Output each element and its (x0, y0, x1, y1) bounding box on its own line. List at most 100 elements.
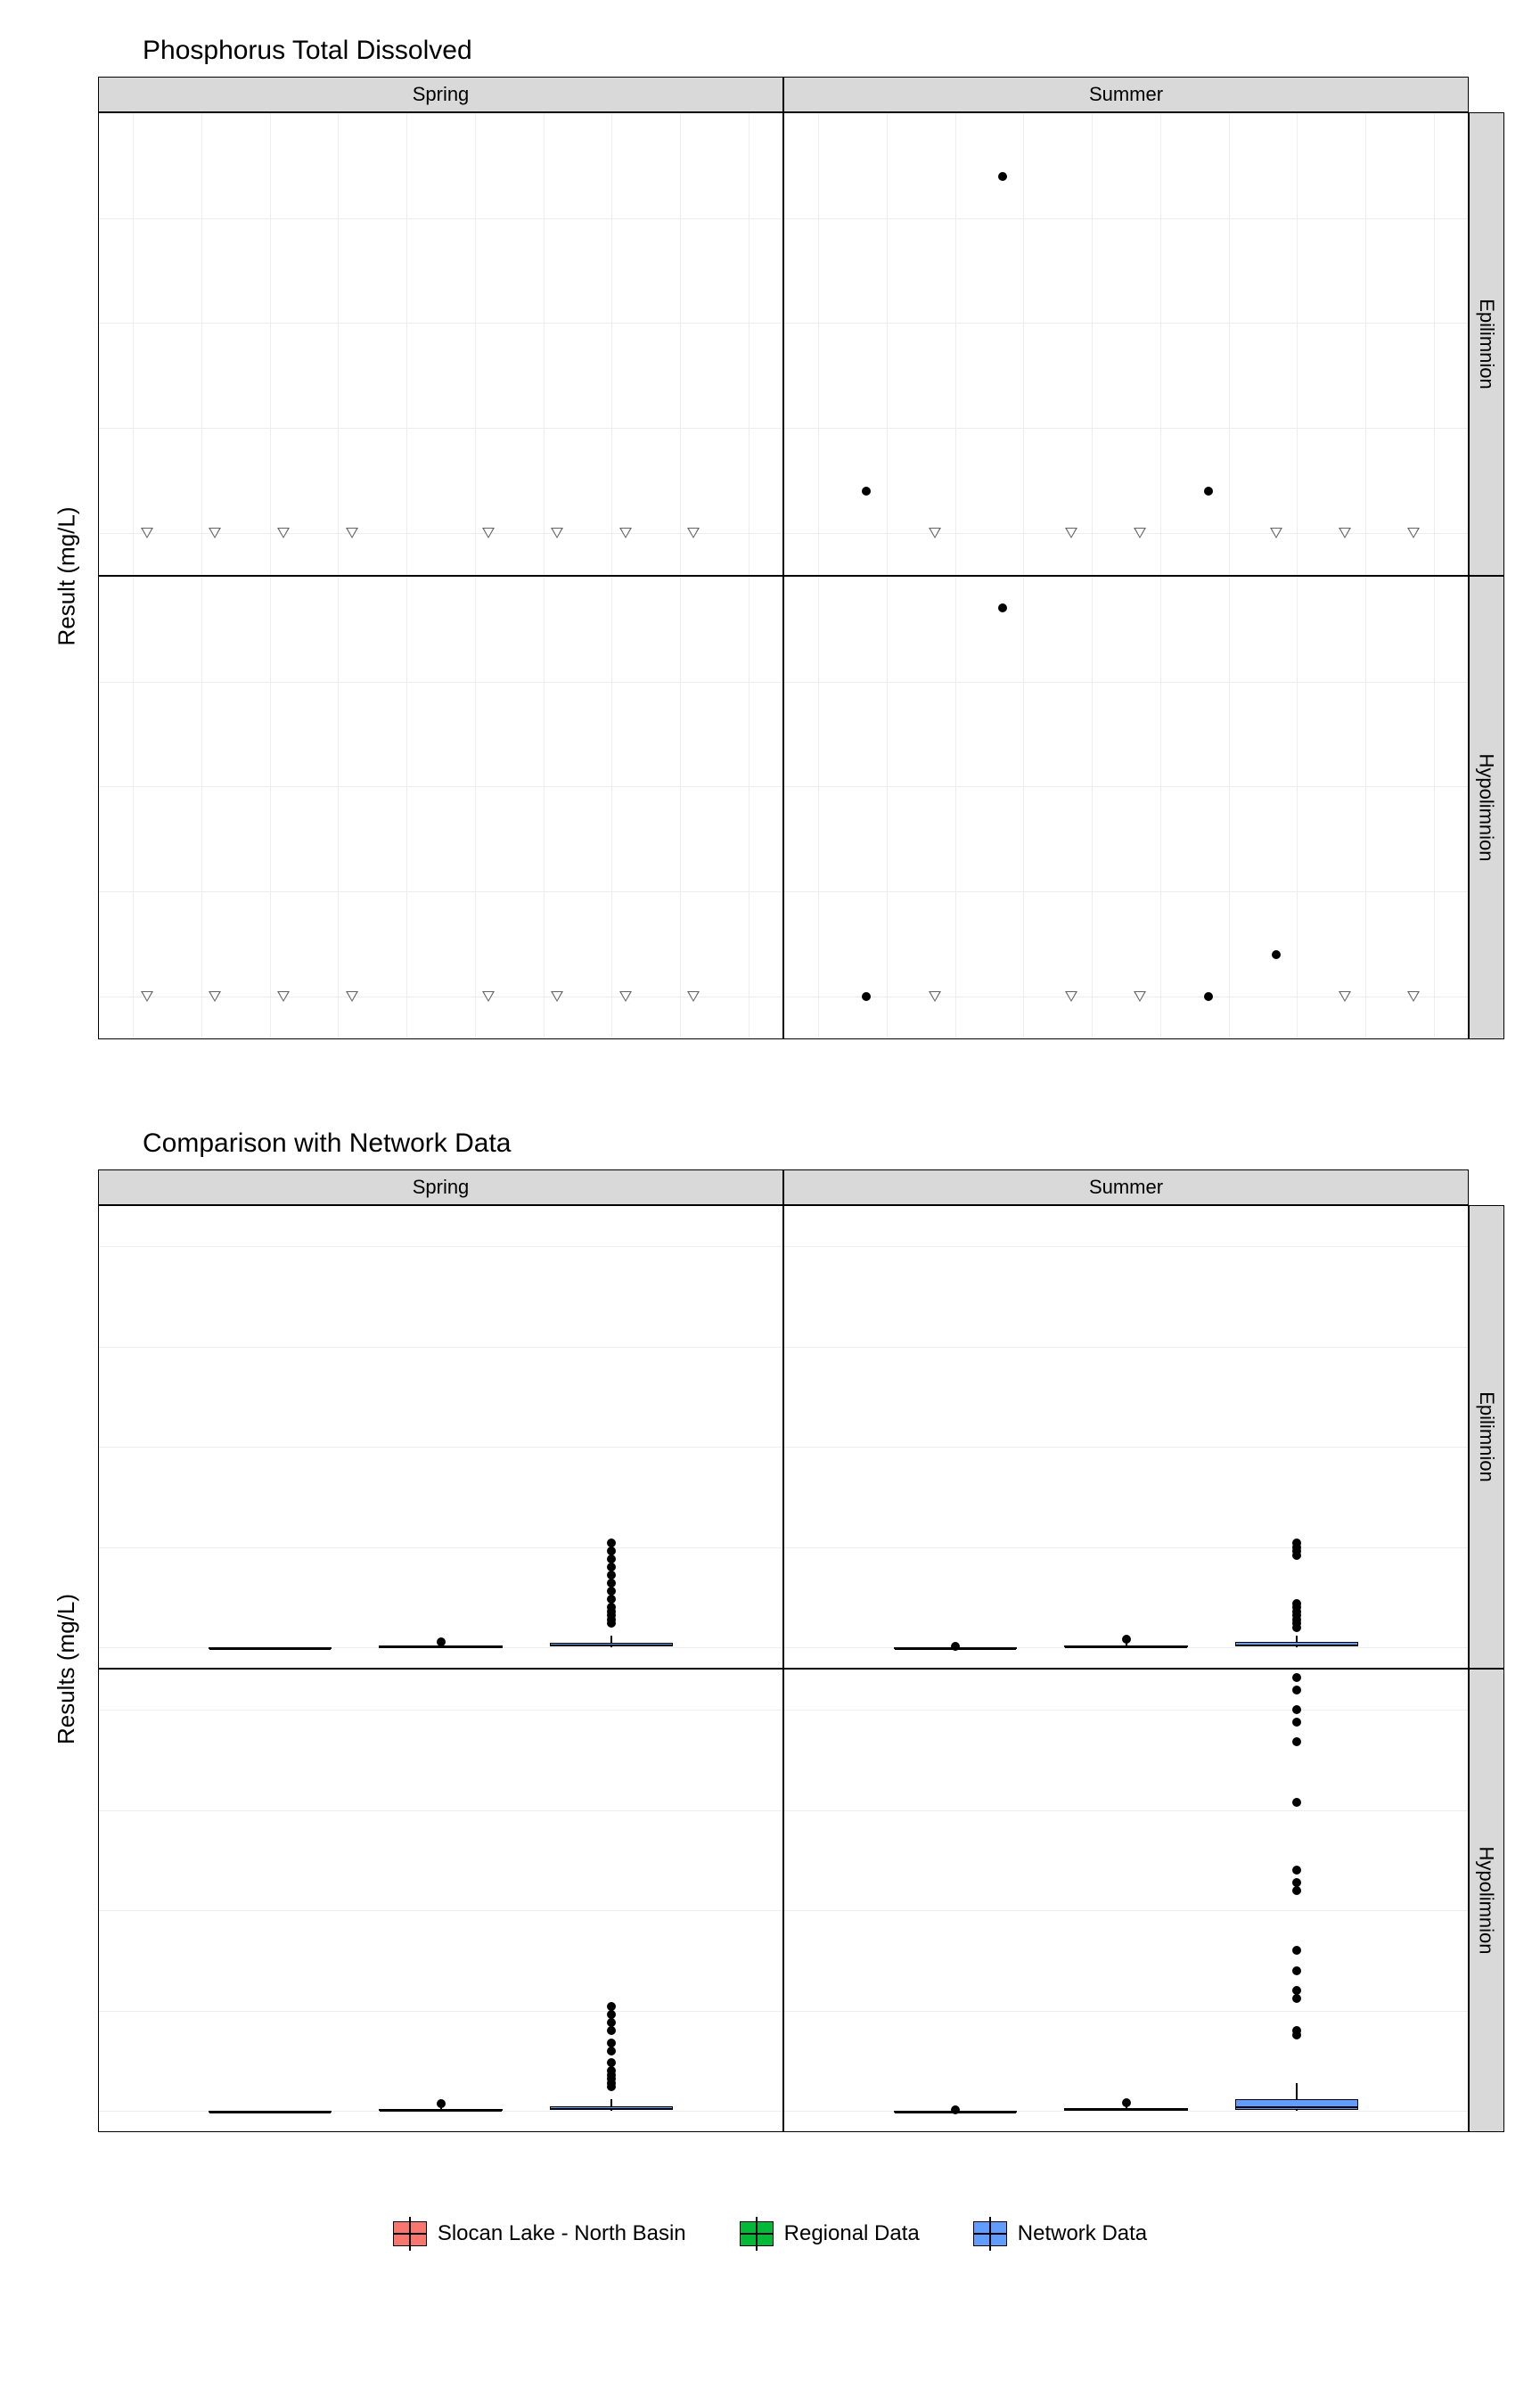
legend-item-slocan: Slocan Lake - North Basin (393, 2221, 686, 2246)
facet-grid-top: Result (mg/L) Spring Summer Epilimnion H… (36, 77, 1504, 1075)
legend: Slocan Lake - North Basin Regional Data … (36, 2221, 1504, 2246)
legend-key-icon (740, 2221, 774, 2246)
scatter-panel: 0.00200.00250.00300.00352016201720182019… (98, 576, 783, 1039)
outlier-point (607, 1563, 616, 1571)
outlier-point (607, 1547, 616, 1555)
below-detection-marker (551, 528, 563, 538)
boxplot-box (550, 1643, 673, 1646)
below-detection-marker (277, 528, 290, 538)
below-detection-marker (1270, 528, 1282, 538)
below-detection-marker (1339, 528, 1351, 538)
outlier-point (951, 2105, 960, 2114)
y-axis-label-top: Result (mg/L) (36, 112, 98, 1039)
below-detection-marker (1339, 991, 1351, 1002)
legend-label: Regional Data (784, 2221, 920, 2246)
below-detection-marker (687, 528, 700, 538)
outlier-point (1122, 2098, 1131, 2107)
below-detection-marker (346, 528, 358, 538)
data-point (1204, 992, 1213, 1001)
outlier-point (607, 1595, 616, 1604)
scatter-panel: 2016201720182019202020212022202320242025 (783, 576, 1469, 1039)
row-strip-hypolimnion-b: Hypolimnion (1469, 1669, 1504, 2132)
outlier-point (607, 2039, 616, 2047)
outlier-point (951, 1642, 960, 1651)
data-point (862, 487, 871, 496)
below-detection-marker (1134, 991, 1146, 1002)
data-point (862, 992, 871, 1001)
outlier-point (1292, 1994, 1301, 2003)
outlier-point (1292, 1673, 1301, 1682)
boxplot-box (209, 2111, 332, 2113)
below-detection-marker (209, 991, 221, 1002)
data-point (998, 172, 1007, 181)
legend-item-network: Network Data (973, 2221, 1147, 2246)
col-strip-spring-b: Spring (98, 1169, 783, 1205)
below-detection-marker (346, 991, 358, 1002)
outlier-point (437, 1637, 446, 1646)
boxplot-panel: Phosphorus Total Dissolved (783, 1669, 1469, 2132)
outlier-point (607, 2002, 616, 2011)
outlier-point (1292, 1946, 1301, 1955)
outlier-point (1292, 1737, 1301, 1746)
outlier-point (607, 2058, 616, 2067)
y-axis-label-bottom: Results (mg/L) (36, 1205, 98, 2132)
outlier-point (607, 1539, 616, 1547)
boxplot-facet-chart: Comparison with Network Data Results (mg… (36, 1128, 1504, 2168)
outlier-point (1292, 1866, 1301, 1875)
below-detection-marker (1065, 528, 1077, 538)
outlier-point (437, 2099, 446, 2108)
boxplot-box (1064, 1645, 1187, 1648)
data-point (1204, 487, 1213, 496)
row-strip-hypolimnion: Hypolimnion (1469, 576, 1504, 1039)
outlier-point (607, 2018, 616, 2027)
col-strip-summer-b: Summer (783, 1169, 1469, 1205)
outlier-point (607, 2026, 616, 2035)
boxplot-panel: 0.000.250.500.751.00 (98, 1205, 783, 1669)
below-detection-marker (482, 528, 495, 538)
below-detection-marker (209, 528, 221, 538)
outlier-point (1292, 1718, 1301, 1727)
outlier-point (607, 1571, 616, 1580)
below-detection-marker (1134, 528, 1146, 538)
legend-label: Slocan Lake - North Basin (438, 2221, 686, 2246)
boxplot-panel: 0.000.250.500.751.00Phosphorus Total Dis… (98, 1669, 783, 2132)
below-detection-marker (1065, 991, 1077, 1002)
boxplot-box (1235, 1642, 1358, 1646)
below-detection-marker (929, 528, 941, 538)
legend-item-regional: Regional Data (740, 2221, 920, 2246)
below-detection-marker (687, 991, 700, 1002)
below-detection-marker (929, 991, 941, 1002)
legend-key-icon (393, 2221, 427, 2246)
below-detection-marker (277, 991, 290, 1002)
legend-key-icon (973, 2221, 1007, 2246)
outlier-point (1292, 1878, 1301, 1887)
boxplot-box (379, 2109, 502, 2112)
outlier-point (1292, 1886, 1301, 1895)
outlier-point (1292, 1686, 1301, 1694)
outlier-point (1292, 1986, 1301, 1995)
boxplot-box (1235, 2099, 1358, 2110)
outlier-point (607, 1555, 616, 1563)
outlier-point (1292, 1966, 1301, 1975)
data-point (998, 603, 1007, 612)
legend-label: Network Data (1018, 2221, 1147, 2246)
outlier-point (607, 2047, 616, 2055)
boxplot-panel (783, 1205, 1469, 1669)
below-detection-marker (141, 528, 153, 538)
outlier-point (1122, 1635, 1131, 1644)
below-detection-marker (1407, 528, 1420, 538)
below-detection-marker (619, 528, 632, 538)
boxplot-box (550, 2106, 673, 2111)
data-point (1272, 950, 1281, 959)
chart-title-top: Phosphorus Total Dissolved (143, 36, 1504, 66)
below-detection-marker (141, 991, 153, 1002)
outlier-point (607, 1587, 616, 1596)
below-detection-marker (551, 991, 563, 1002)
outlier-point (1292, 1705, 1301, 1714)
scatter-panel (783, 112, 1469, 576)
boxplot-box (209, 1647, 332, 1650)
below-detection-marker (619, 991, 632, 1002)
row-strip-epilimnion-b: Epilimnion (1469, 1205, 1504, 1669)
row-strip-epilimnion: Epilimnion (1469, 112, 1504, 576)
facet-grid-bottom: Results (mg/L) Spring Summer Epilimnion … (36, 1169, 1504, 2168)
